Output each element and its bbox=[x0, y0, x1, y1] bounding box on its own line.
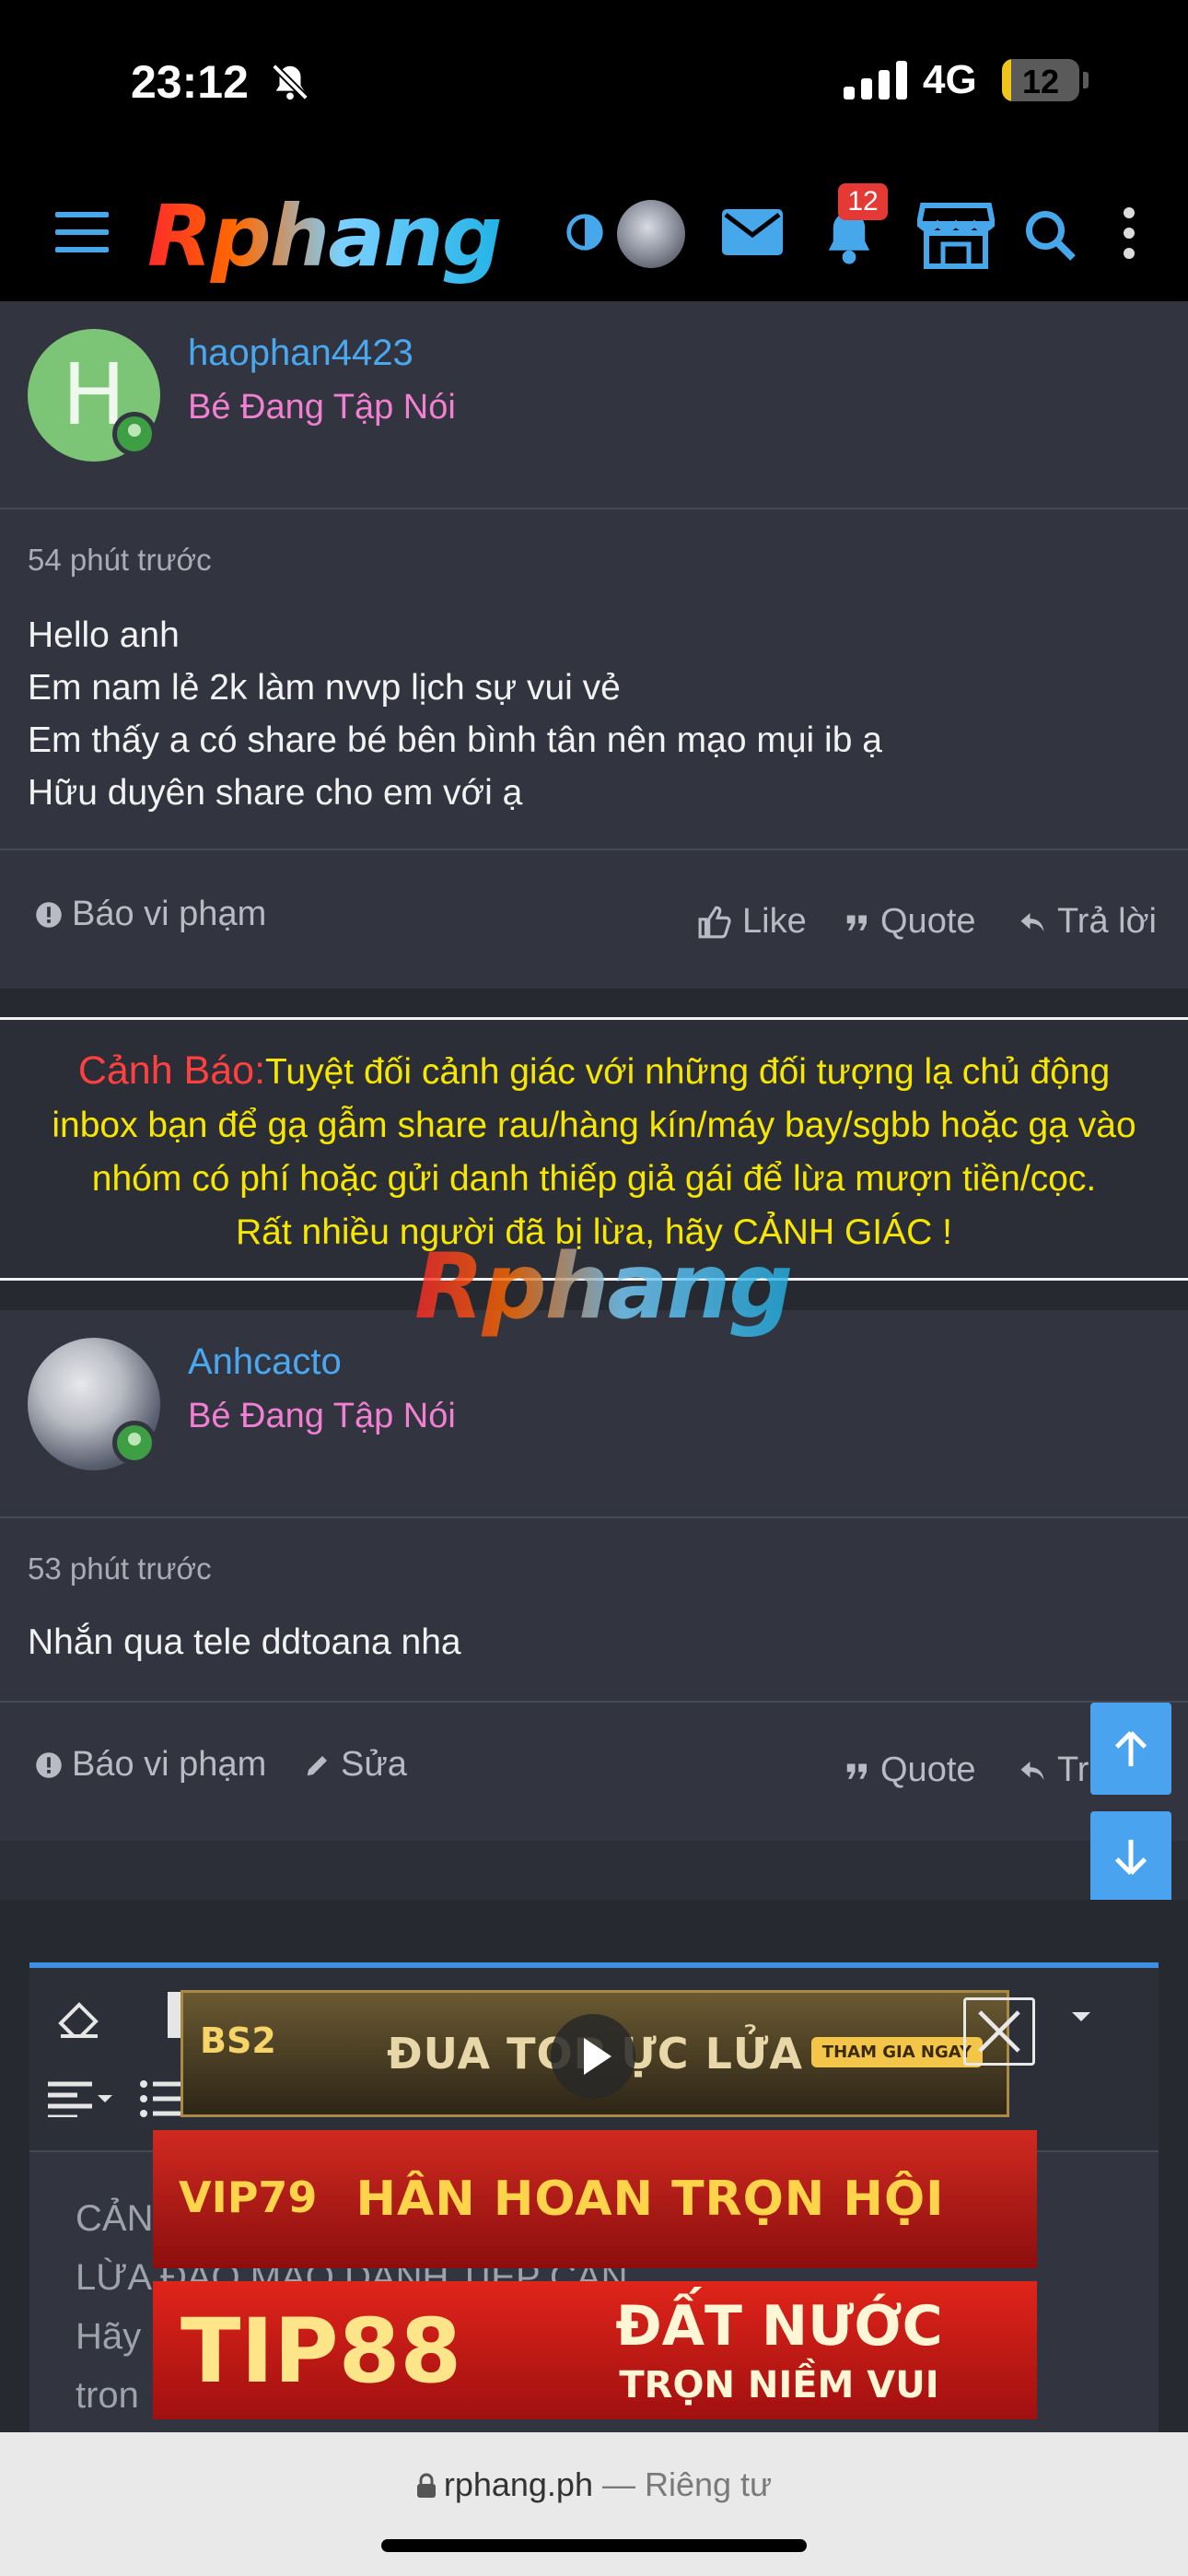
scroll-bottom-button[interactable] bbox=[1090, 1811, 1171, 1903]
play-icon[interactable] bbox=[551, 2014, 635, 2099]
warning-icon bbox=[36, 1751, 62, 1778]
pencil-icon bbox=[307, 1755, 327, 1775]
ad-banner-vip79[interactable]: VIP79 HÂN HOAN TRỌN HỘI bbox=[153, 2130, 1037, 2268]
search-icon[interactable] bbox=[1022, 207, 1077, 263]
author-title: Bé Đang Tập Nói bbox=[188, 1397, 456, 1435]
battery-level: 12 bbox=[1021, 63, 1060, 100]
scroll-top-button[interactable] bbox=[1090, 1703, 1171, 1795]
edit-label: Sửa bbox=[341, 1745, 407, 1784]
site-watermark: Rphang bbox=[414, 1235, 793, 1340]
list-icon[interactable] bbox=[140, 2080, 186, 2117]
post-timestamp[interactable]: 53 phút trước bbox=[28, 1551, 212, 1587]
home-indicator[interactable] bbox=[381, 2539, 807, 2552]
reply-button[interactable]: Tr bbox=[1017, 1751, 1089, 1790]
quote-icon bbox=[846, 1763, 867, 1779]
post-message: Nhắn qua tele ddtoana nha bbox=[28, 1616, 461, 1669]
post-body: 53 phút trước Nhắn qua tele ddtoana nha bbox=[0, 1518, 1188, 1703]
ad-headline: ĐẤT NƯỚC TRỌN NIỀM VUI bbox=[549, 2294, 1009, 2406]
post-timestamp[interactable]: 54 phút trước bbox=[28, 543, 212, 578]
theme-toggle-icon[interactable] bbox=[564, 211, 606, 253]
quote-label: Quote bbox=[880, 1751, 976, 1789]
more-tools-icon[interactable] bbox=[1042, 2007, 1098, 2029]
close-ad-icon[interactable] bbox=[963, 1997, 1035, 2066]
arrow-down-icon bbox=[1114, 1839, 1147, 1876]
warning-line: inbox bạn để gạ gẫm share rau/hàng kín/m… bbox=[52, 1106, 1136, 1145]
lock-icon bbox=[416, 2473, 436, 2498]
warning-line: nhóm có phí hoặc gửi danh thiếp giả gái … bbox=[91, 1159, 1097, 1199]
quote-button[interactable]: Quote bbox=[844, 1751, 976, 1790]
url-domain: rphang.ph bbox=[443, 2465, 593, 2503]
ad-headline: HÂN HOAN TRỌN HỘI bbox=[355, 2172, 945, 2227]
reply-icon bbox=[1020, 912, 1044, 931]
quote-icon bbox=[846, 915, 867, 931]
url-separator: — bbox=[592, 2465, 645, 2503]
post-body: 54 phút trước Hello anh Em nam lẻ 2k làm… bbox=[0, 509, 1188, 850]
post-gap bbox=[0, 989, 1188, 1017]
notification-badge: 12 bbox=[838, 183, 888, 220]
report-button[interactable]: Báo vi phạm bbox=[35, 1745, 266, 1785]
more-options-icon[interactable] bbox=[1124, 207, 1136, 263]
message-line: Nhắn qua tele ddtoana nha bbox=[28, 1622, 461, 1662]
message-line: Hello anh bbox=[28, 615, 180, 655]
thumbs-up-icon bbox=[698, 906, 731, 938]
user-avatar[interactable] bbox=[617, 200, 685, 268]
site-logo[interactable]: Rphang bbox=[147, 187, 503, 286]
ad-banner-tip88[interactable]: TIP88 ĐẤT NƯỚC TRỌN NIỀM VUI bbox=[153, 2281, 1037, 2419]
top-nav: Rphang 12 bbox=[0, 170, 1188, 301]
post-actions: Báo vi phạm Like Quote Trả lời bbox=[0, 850, 1188, 989]
align-icon[interactable] bbox=[48, 2080, 112, 2117]
report-label: Báo vi phạm bbox=[72, 895, 267, 933]
online-status-icon bbox=[112, 1421, 157, 1465]
report-label: Báo vi phạm bbox=[72, 1745, 267, 1784]
author-username[interactable]: haophan4423 bbox=[188, 333, 413, 374]
mail-icon[interactable] bbox=[722, 209, 783, 255]
signal-icon bbox=[844, 61, 907, 100]
ad-brand: BS2 bbox=[200, 2020, 276, 2061]
like-button[interactable]: Like bbox=[696, 902, 807, 942]
ad-brand: TIP88 bbox=[181, 2300, 462, 2403]
post-message: Hello anh Em nam lẻ 2k làm nvvp lịch sự … bbox=[28, 609, 882, 819]
bell-off-icon bbox=[272, 64, 309, 100]
message-line: Em nam lẻ 2k làm nvvp lịch sự vui vẻ bbox=[28, 668, 621, 708]
ad-brand: VIP79 bbox=[179, 2172, 318, 2222]
url-display[interactable]: rphang.ph — Riêng tư bbox=[0, 2465, 1188, 2504]
battery-cap bbox=[1083, 72, 1089, 88]
editor-line: CẢN bbox=[76, 2198, 154, 2239]
arrow-up-icon bbox=[1114, 1730, 1147, 1767]
status-bar: 23:12 4G 12 bbox=[0, 0, 1188, 170]
url-privacy: Riêng tư bbox=[644, 2465, 773, 2503]
edit-button[interactable]: Sửa bbox=[304, 1745, 407, 1785]
quote-button[interactable]: Quote bbox=[844, 902, 976, 942]
battery-icon: 12 bbox=[1002, 59, 1079, 101]
warning-line: Tuyệt đối cảnh giác với những đối tượng … bbox=[265, 1052, 1111, 1092]
browser-url-bar[interactable]: rphang.ph — Riêng tư bbox=[0, 2432, 1188, 2576]
store-icon[interactable] bbox=[917, 202, 995, 270]
report-button[interactable]: Báo vi phạm bbox=[35, 895, 266, 934]
network-type: 4G bbox=[923, 57, 977, 102]
post-actions: Báo vi phạm Sửa Quote Tr bbox=[0, 1703, 1188, 1841]
reply-icon bbox=[1020, 1761, 1044, 1780]
quote-label: Quote bbox=[880, 902, 976, 941]
status-time: 23:12 bbox=[131, 56, 249, 108]
author-username[interactable]: Anhcacto bbox=[188, 1341, 342, 1383]
reply-label: Tr bbox=[1057, 1751, 1089, 1789]
ad-headline-line: TRỌN NIỀM VUI bbox=[619, 2364, 939, 2406]
eraser-icon[interactable] bbox=[57, 1999, 101, 2040]
online-status-icon bbox=[112, 412, 157, 456]
menu-icon[interactable] bbox=[55, 212, 109, 252]
author-title: Bé Đang Tập Nói bbox=[188, 388, 456, 427]
message-line: Hữu duyên share cho em với ạ bbox=[28, 773, 523, 813]
reply-button[interactable]: Trả lời bbox=[1017, 902, 1157, 942]
ad-headline-line: ĐẤT NƯỚC bbox=[615, 2294, 943, 2359]
ad-join-button[interactable]: THAM GIA NGAY bbox=[810, 2037, 983, 2067]
post-author-header: H haophan4423 Bé Đang Tập Nói bbox=[0, 301, 1188, 509]
warning-icon bbox=[36, 901, 62, 928]
post-author-header: Anhcacto Bé Đang Tập Nói bbox=[0, 1310, 1188, 1518]
message-line: Em thấy a có share bé bên bình tân nên m… bbox=[28, 720, 882, 760]
warning-label: Cảnh Báo: bbox=[77, 1048, 266, 1093]
like-label: Like bbox=[742, 902, 807, 941]
reply-label: Trả lời bbox=[1057, 902, 1157, 941]
